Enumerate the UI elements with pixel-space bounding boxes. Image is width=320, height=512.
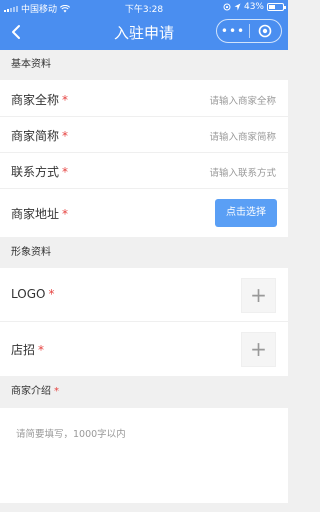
sign-upload-button[interactable]: + bbox=[241, 332, 276, 367]
full-name-input[interactable]: 请输入商家全称 bbox=[209, 93, 276, 107]
required-mark: * bbox=[48, 287, 55, 301]
logo-label: LOGO * bbox=[11, 287, 55, 301]
required-mark: * bbox=[62, 129, 69, 143]
full-name-row[interactable]: 商家全称 * 请输入商家全称 bbox=[0, 80, 288, 117]
required-mark: * bbox=[38, 343, 45, 357]
sign-label: 店招 * bbox=[11, 343, 45, 357]
sign-row: 店招 * + bbox=[0, 322, 288, 376]
contact-row[interactable]: 联系方式 * 请输入联系方式 bbox=[0, 153, 288, 189]
section-header-image: 形象资料 bbox=[0, 237, 288, 268]
required-mark: * bbox=[54, 386, 59, 397]
battery-percent: 43% bbox=[243, 2, 264, 12]
battery-icon bbox=[267, 3, 286, 11]
intro-textarea[interactable]: 请简要填写，1000字以内 bbox=[0, 408, 288, 503]
required-mark: * bbox=[62, 93, 69, 107]
rotation-lock-icon bbox=[223, 3, 231, 11]
section-header-basic: 基本资料 bbox=[0, 50, 288, 80]
logo-upload-button[interactable]: + bbox=[241, 278, 276, 313]
short-name-label: 商家简称 * bbox=[11, 129, 69, 143]
target-icon bbox=[259, 24, 272, 38]
location-icon bbox=[234, 3, 241, 11]
status-bar: 中国移动 下午3:28 43% bbox=[0, 0, 288, 15]
required-mark: * bbox=[62, 165, 69, 179]
nav-bar: 入驻申请 ••• bbox=[0, 14, 288, 50]
contact-input[interactable]: 请输入联系方式 bbox=[209, 165, 276, 179]
close-button[interactable] bbox=[250, 24, 281, 38]
short-name-input[interactable]: 请输入商家简称 bbox=[209, 129, 276, 143]
pick-address-button[interactable]: 点击选择 bbox=[215, 199, 277, 227]
intro-placeholder: 请简要填写，1000字以内 bbox=[16, 429, 126, 440]
address-row: 商家地址 * 点击选择 bbox=[0, 189, 288, 237]
contact-label: 联系方式 * bbox=[11, 165, 69, 179]
full-name-label: 商家全称 * bbox=[11, 93, 69, 107]
short-name-row[interactable]: 商家简称 * 请输入商家简称 bbox=[0, 117, 288, 153]
required-mark: * bbox=[62, 207, 69, 221]
address-label: 商家地址 * bbox=[11, 207, 69, 221]
more-button[interactable]: ••• bbox=[217, 20, 249, 42]
mini-program-capsule: ••• bbox=[216, 19, 282, 43]
section-header-intro: 商家介绍 * bbox=[0, 376, 288, 408]
logo-row: LOGO * + bbox=[0, 268, 288, 322]
